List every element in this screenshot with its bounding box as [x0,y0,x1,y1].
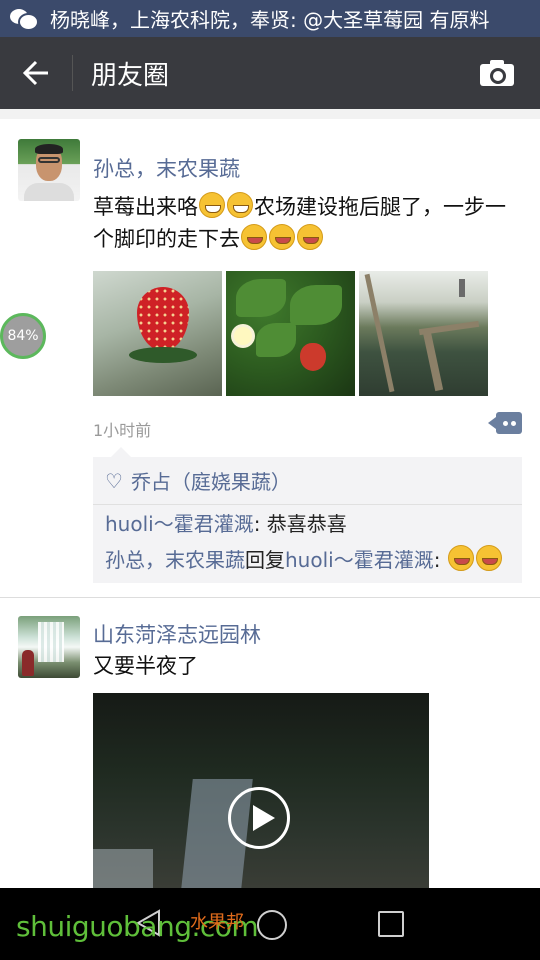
feed-top-gap [0,109,540,119]
likes-row: ♡ 乔占（庭娆果蔬） [93,457,522,505]
leaf-shape [236,279,286,317]
dot-icon [511,421,516,426]
appbar-divider [72,55,73,91]
camera-button[interactable] [480,59,516,87]
comment-reply-word: 回复 [245,548,285,572]
heart-icon: ♡ [105,468,123,493]
calyx-shape [129,347,197,363]
page-title: 朋友圈 [91,60,170,91]
post-text: 又要半夜了 [93,654,198,678]
strawberry-shape [137,287,189,351]
pole-shape [364,273,395,393]
comment-user[interactable]: 孙总，末农果蔬 [105,548,245,572]
likes-names[interactable]: 乔占（庭娆果蔬） [131,466,291,495]
tongue-emoji-icon [475,545,502,571]
car-shape [93,849,153,888]
comments-box: ♡ 乔占（庭娆果蔬） huoli～霍君灌溉: 恭喜恭喜 孙总，末农果蔬回复huo… [93,447,522,583]
tongue-emoji-icon [269,224,295,250]
comment-menu-button[interactable] [488,412,522,434]
worker-shape [459,279,465,297]
person-shape [22,650,34,676]
avatar[interactable] [18,139,80,201]
leaf-shape [256,323,296,357]
photo-strawberry[interactable] [93,271,222,396]
avatar-hair [35,144,63,154]
tongue-emoji-icon [241,224,267,250]
photo-grid [93,271,488,396]
comment-item[interactable]: 孙总，末农果蔬回复huoli～霍君灌溉: [93,541,522,583]
dot-icon [503,421,508,426]
flower-shape [234,327,252,345]
comment-reply-to[interactable]: huoli～霍君灌溉 [285,548,434,572]
back-button[interactable] [0,37,72,109]
play-icon[interactable] [228,787,290,849]
grin-emoji-icon [199,192,225,218]
post-text: 草莓出来咯 农场建设拖后腿了，一步一个脚印的走下去 [93,191,513,255]
tongue-emoji-icon [447,545,474,571]
nav-recent-icon[interactable] [378,911,404,937]
arrow-left-icon [22,60,48,86]
video-thumbnail[interactable] [93,693,429,888]
comment-user[interactable]: huoli～霍君灌溉 [105,512,254,536]
post-text-part1: 草莓出来咯 [93,195,198,219]
avatar[interactable] [18,616,80,678]
avatar-glasses [38,157,60,163]
watermark-sub: 水果邦 [190,912,244,933]
status-bar: 杨晓峰，上海农科院，奉贤: @大圣草莓园 有原料 [0,0,540,37]
leaf-shape [290,285,342,325]
post-author[interactable]: 山东菏泽志远园林 [93,619,261,649]
grin-emoji-icon [227,192,253,218]
strawberry-shape [300,343,326,371]
status-notification: 杨晓峰，上海农科院，奉贤: @大圣草莓园 有原料 [50,8,490,32]
nav-home-icon[interactable] [257,910,287,940]
post: 孙总，末农果蔬 草莓出来咯 农场建设拖后腿了，一步一个脚印的走下去 1小时前 ♡… [0,119,540,598]
progress-badge[interactable]: 84% [0,313,46,359]
comment-text: : [433,548,447,572]
tongue-emoji-icon [297,224,323,250]
post-author[interactable]: 孙总，末农果蔬 [93,153,240,183]
camera-lens [490,68,506,84]
photo-farm-construction[interactable] [359,271,488,396]
plank-shape [422,330,444,392]
wechat-icon [10,7,39,31]
comment-text: : 恭喜恭喜 [253,512,347,536]
avatar-shirt [24,183,74,201]
photo-strawberry-plant[interactable] [226,271,355,396]
waterfall-shape [38,622,64,662]
app-bar: 朋友圈 [0,37,540,109]
post-time: 1小时前 [93,421,152,440]
comment-item[interactable]: huoli～霍君灌溉: 恭喜恭喜 [93,505,522,541]
